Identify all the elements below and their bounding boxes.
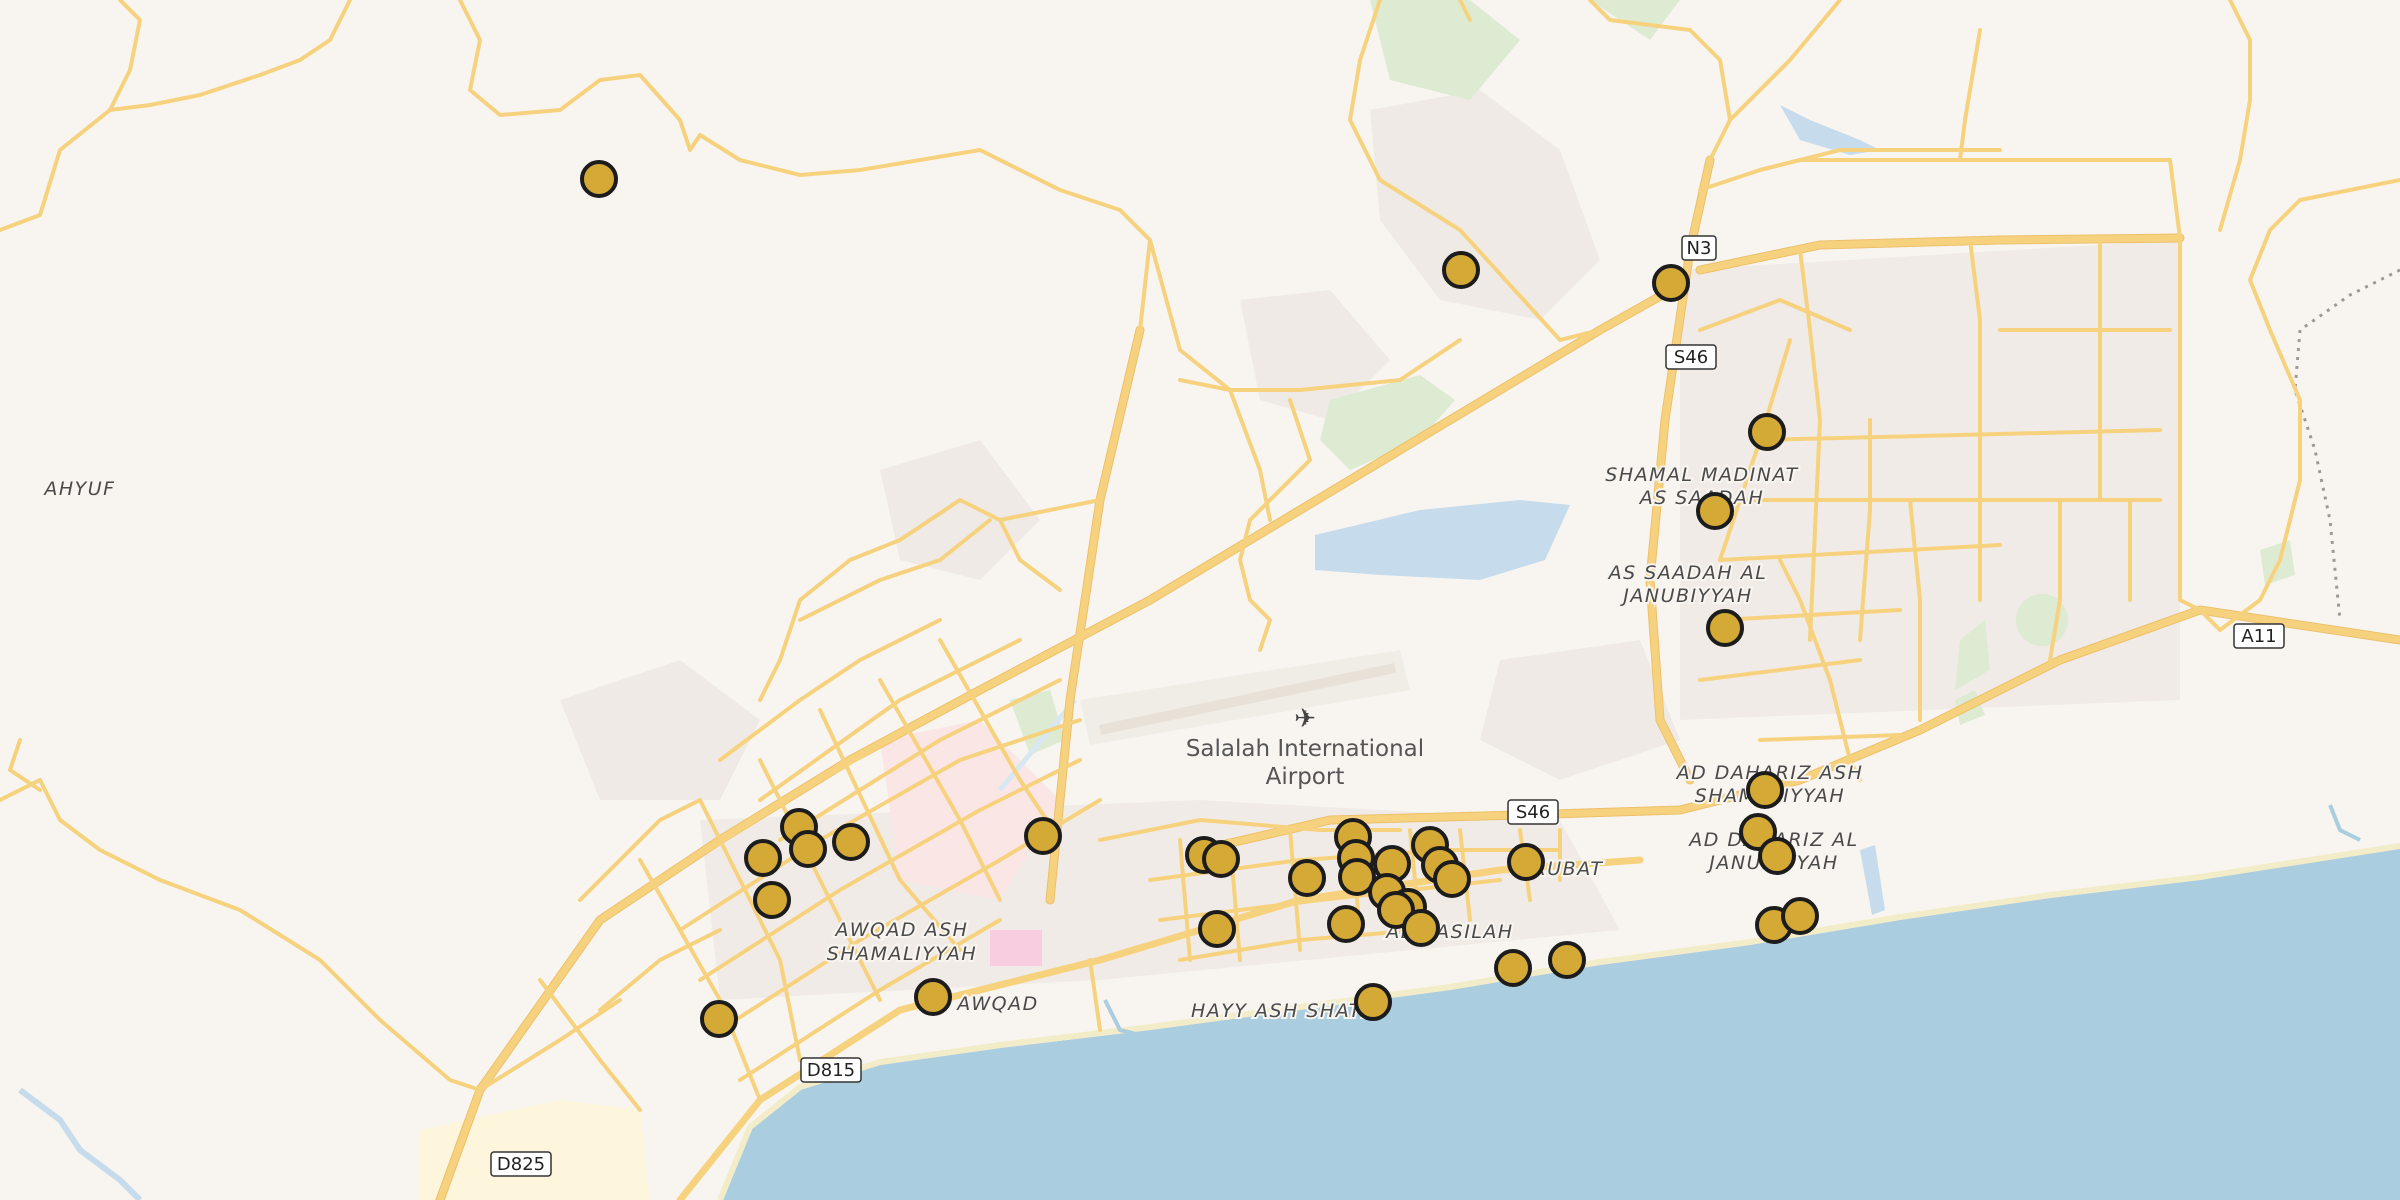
place-label-saadah-line1: AS SAADAH AL — [1607, 562, 1768, 584]
location-marker[interactable] — [1548, 941, 1586, 979]
road-shield-a11: A11 — [2233, 623, 2285, 649]
location-marker[interactable] — [1327, 905, 1365, 943]
location-marker[interactable] — [1507, 843, 1545, 881]
place-label-shamal-line1: SHAMAL MADINAT — [1605, 464, 1798, 486]
svg-text:S46: S46 — [1674, 347, 1708, 368]
airport-name-line2: Airport — [1266, 764, 1345, 790]
road-shield-d825: D825 — [490, 1151, 552, 1177]
map-canvas[interactable]: ✈ Salalah International Airport AHYUF SH… — [0, 0, 2400, 1200]
location-marker[interactable] — [1442, 251, 1480, 289]
place-label-saadah-line2: JANUBIYYAH — [1619, 585, 1752, 607]
location-marker[interactable] — [1748, 413, 1786, 451]
location-marker[interactable] — [1706, 609, 1744, 647]
location-marker[interactable] — [1652, 264, 1690, 302]
place-label-ahyuf: AHYUF — [42, 478, 115, 500]
place-label-shati: HAYY ASH SHATI — [1191, 1000, 1369, 1022]
location-marker[interactable] — [1288, 859, 1326, 897]
location-marker[interactable] — [832, 823, 870, 861]
location-marker[interactable] — [744, 839, 782, 877]
location-marker[interactable] — [1746, 771, 1784, 809]
location-marker[interactable] — [1202, 840, 1240, 878]
location-marker[interactable] — [1024, 817, 1062, 855]
location-marker[interactable] — [700, 1000, 738, 1038]
place-label-awqad-n-line2: SHAMALIYYAH — [827, 943, 977, 965]
place-label-awqad-n-line1: AWQAD ASH — [834, 919, 969, 941]
airplane-icon: ✈ — [1294, 704, 1316, 734]
road-shield-d815: D815 — [800, 1057, 862, 1083]
location-marker[interactable] — [914, 978, 952, 1016]
road-shield-s46-north: S46 — [1665, 344, 1717, 370]
svg-text:D825: D825 — [497, 1154, 545, 1175]
location-marker[interactable] — [1781, 897, 1819, 935]
svg-text:D815: D815 — [807, 1060, 855, 1081]
location-marker[interactable] — [789, 830, 827, 868]
road-shield-n3: N3 — [1681, 235, 1717, 261]
location-marker[interactable] — [1402, 909, 1440, 947]
location-marker[interactable] — [1198, 910, 1236, 948]
airport-name-line1: Salalah International — [1186, 736, 1424, 762]
location-marker[interactable] — [1354, 983, 1392, 1021]
location-marker[interactable] — [1696, 492, 1734, 530]
location-marker[interactable] — [1433, 860, 1471, 898]
svg-text:N3: N3 — [1687, 238, 1712, 259]
location-marker[interactable] — [753, 881, 791, 919]
road-shield-s46-south: S46 — [1507, 799, 1559, 825]
svg-text:A11: A11 — [2241, 626, 2276, 647]
map-view[interactable]: ✈ Salalah International Airport AHYUF SH… — [0, 0, 2400, 1200]
svg-text:S46: S46 — [1516, 802, 1550, 823]
location-marker[interactable] — [580, 160, 618, 198]
location-marker[interactable] — [1494, 949, 1532, 987]
place-label-awqad: AWQAD — [955, 993, 1039, 1015]
location-marker[interactable] — [1758, 837, 1796, 875]
